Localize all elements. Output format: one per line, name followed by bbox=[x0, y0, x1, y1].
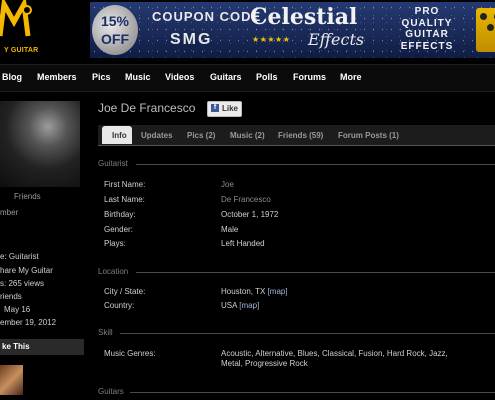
ad-banner[interactable]: 15% OFF COUPON CODE SMG Celestial ★★★★★ … bbox=[90, 2, 495, 58]
tab-updates[interactable]: Updates bbox=[141, 131, 173, 140]
field-value: Left Handed bbox=[221, 239, 265, 248]
coupon-code: SMG bbox=[170, 31, 213, 48]
field-value: De Francesco bbox=[221, 195, 271, 204]
field-label: Birthday: bbox=[104, 210, 136, 219]
coupon-label: COUPON CODE bbox=[152, 9, 262, 24]
country-value: USA bbox=[221, 301, 238, 310]
main-nav: Blog Members Pics Music Videos Guitars P… bbox=[0, 64, 495, 92]
sidebar-type: e: Guitarist bbox=[0, 252, 39, 261]
profile-photo[interactable] bbox=[0, 101, 80, 187]
field-value-country: USA [map] bbox=[221, 301, 259, 310]
nav-more[interactable]: More bbox=[340, 72, 362, 82]
sidebar-member: mber bbox=[0, 208, 19, 217]
pedal-icon bbox=[476, 8, 495, 52]
field-value: Joe bbox=[221, 180, 234, 189]
facebook-icon: f bbox=[211, 104, 219, 112]
field-value-genres-line1: Acoustic, Alternative, Blues, Classical,… bbox=[221, 349, 448, 358]
liker-avatar[interactable] bbox=[0, 365, 23, 395]
sidebar-site: hare My Guitar bbox=[0, 266, 53, 275]
field-value: Male bbox=[221, 225, 239, 234]
tagline-line: QUALITY bbox=[401, 17, 453, 29]
field-label: Gender: bbox=[104, 225, 133, 234]
nav-blog[interactable]: Blog bbox=[2, 72, 22, 82]
facebook-like-button[interactable]: f Like bbox=[207, 101, 242, 117]
sidebar-friends[interactable]: Friends bbox=[14, 192, 41, 201]
section-skill-title: Skill bbox=[98, 328, 113, 337]
tab-pics[interactable]: Pics (2) bbox=[187, 131, 215, 140]
like-this-label: ke This bbox=[2, 342, 30, 351]
nav-videos[interactable]: Videos bbox=[165, 72, 194, 82]
section-divider bbox=[136, 272, 495, 273]
nav-members[interactable]: Members bbox=[37, 72, 77, 82]
brand-name: Celestial bbox=[250, 4, 358, 30]
site-header: Y GUITAR 15% OFF COUPON CODE SMG Celesti… bbox=[0, 0, 495, 64]
nav-music[interactable]: Music bbox=[125, 72, 151, 82]
tab-music[interactable]: Music (2) bbox=[230, 131, 265, 140]
tab-info[interactable]: Info bbox=[102, 126, 132, 144]
sidebar-birthday: May 16 bbox=[4, 305, 31, 314]
field-value-genres-line2: Metal, Progressive Rock bbox=[221, 359, 308, 368]
site-logo[interactable] bbox=[0, 0, 36, 40]
tagline-line: EFFECTS bbox=[400, 40, 454, 52]
knob-icon bbox=[480, 13, 487, 20]
field-label: First Name: bbox=[104, 180, 146, 189]
tab-info-label: Info bbox=[112, 131, 127, 140]
nav-forums[interactable]: Forums bbox=[293, 72, 326, 82]
badge-percent: 15% bbox=[100, 13, 130, 29]
nav-polls[interactable]: Polls bbox=[256, 72, 278, 82]
badge-off: OFF bbox=[101, 31, 129, 47]
like-label: Like bbox=[222, 104, 239, 113]
brand-subtitle: Effects bbox=[308, 30, 365, 49]
country-map-link[interactable]: [map] bbox=[239, 301, 259, 310]
city-value: Houston, TX bbox=[221, 287, 266, 296]
section-divider bbox=[130, 392, 495, 393]
rating-stars-icon: ★★★★★ bbox=[252, 35, 291, 44]
tab-forum-posts[interactable]: Forum Posts (1) bbox=[338, 131, 399, 140]
banner-tagline: PRO QUALITY GUITAR EFFECTS bbox=[382, 6, 472, 52]
discount-badge: 15% OFF bbox=[92, 5, 138, 55]
like-this-header: ke This bbox=[0, 339, 84, 355]
city-map-link[interactable]: [map] bbox=[268, 287, 288, 296]
field-label: City / State: bbox=[104, 287, 146, 296]
knob-icon bbox=[487, 24, 494, 31]
section-location-title: Location bbox=[98, 267, 129, 276]
field-label: Country: bbox=[104, 301, 135, 310]
section-divider bbox=[136, 164, 495, 165]
field-label: Plays: bbox=[104, 239, 126, 248]
field-value-city: Houston, TX [map] bbox=[221, 287, 288, 296]
tab-friends[interactable]: Friends (59) bbox=[278, 131, 323, 140]
field-value: October 1, 1972 bbox=[221, 210, 279, 219]
section-guitars-title: Guitars bbox=[98, 387, 124, 396]
nav-pics[interactable]: Pics bbox=[92, 72, 111, 82]
page-title: Joe De Francesco bbox=[98, 101, 196, 115]
sidebar-joined: ember 19, 2012 bbox=[0, 318, 57, 327]
sidebar-friends-count: riends bbox=[0, 292, 22, 301]
section-guitarist-title: Guitarist bbox=[98, 159, 128, 168]
tagline-line: GUITAR bbox=[405, 29, 449, 40]
profile-tabs: Info Updates Pics (2) Music (2) Friends … bbox=[98, 125, 495, 146]
nav-guitars[interactable]: Guitars bbox=[210, 72, 242, 82]
field-label: Music Genres: bbox=[104, 349, 156, 358]
section-divider bbox=[120, 333, 495, 334]
sidebar-views: s: 265 views bbox=[0, 279, 45, 288]
logo-text: Y GUITAR bbox=[4, 47, 39, 54]
field-label: Last Name: bbox=[104, 195, 145, 204]
tagline-line: PRO bbox=[414, 6, 440, 17]
